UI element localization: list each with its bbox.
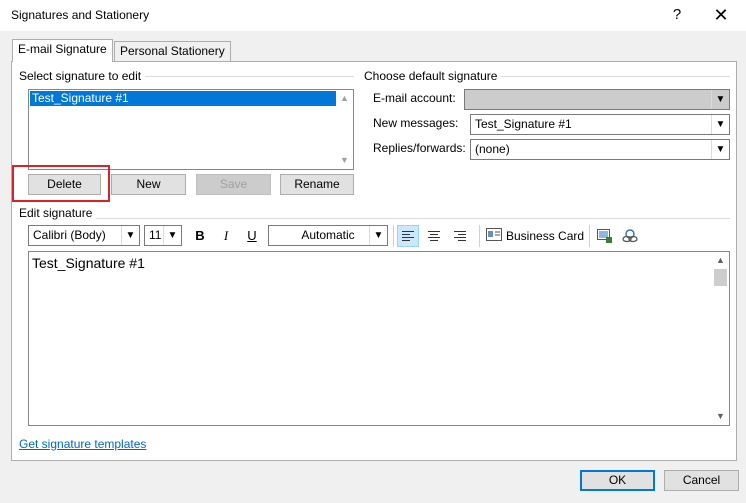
email-account-select[interactable]: ▼: [464, 89, 730, 110]
new-messages-value: Test_Signature #1: [475, 117, 572, 131]
font-size-select[interactable]: 11 ▼: [144, 225, 182, 246]
italic-button[interactable]: I: [215, 225, 237, 247]
font-value: Calibri (Body): [33, 228, 106, 242]
tab-personal-stationery[interactable]: Personal Stationery: [114, 41, 231, 62]
align-right-icon[interactable]: [449, 225, 471, 247]
chevron-down-icon[interactable]: ▼: [163, 226, 181, 245]
toolbar-separator: [393, 225, 394, 247]
signature-editor-text[interactable]: Test_Signature #1: [32, 255, 145, 271]
align-center-icon[interactable]: [423, 225, 445, 247]
chevron-down-icon[interactable]: ▼: [711, 140, 729, 159]
font-select[interactable]: Calibri (Body) ▼: [28, 225, 140, 246]
email-account-label: E-mail account:: [373, 91, 456, 105]
toolbar-separator: [479, 225, 480, 247]
cancel-button[interactable]: Cancel: [664, 470, 739, 491]
bold-button[interactable]: B: [189, 225, 211, 247]
save-button[interactable]: Save: [196, 174, 271, 195]
business-card-button[interactable]: Business Card: [486, 225, 584, 247]
scroll-down-icon[interactable]: ▼: [336, 152, 353, 169]
new-button[interactable]: New: [111, 174, 186, 195]
new-messages-label: New messages:: [373, 116, 459, 130]
insert-picture-icon[interactable]: [594, 225, 616, 247]
scroll-up-icon[interactable]: ▲: [336, 90, 353, 107]
align-left-icon[interactable]: [397, 225, 419, 247]
tab-email-signature[interactable]: E-mail Signature: [12, 39, 113, 62]
replies-select[interactable]: (none) ▼: [470, 139, 730, 160]
scroll-thumb[interactable]: [714, 269, 727, 286]
font-size-value: 11: [149, 228, 162, 242]
signature-editor[interactable]: Test_Signature #1 ▲ ▼: [28, 251, 730, 426]
editor-scrollbar[interactable]: ▲ ▼: [712, 252, 729, 425]
replies-label: Replies/forwards:: [373, 141, 466, 155]
underline-button[interactable]: U: [241, 225, 263, 247]
scroll-down-icon[interactable]: ▼: [712, 408, 729, 425]
chevron-down-icon[interactable]: ▼: [369, 226, 387, 245]
help-icon[interactable]: ?: [664, 4, 690, 26]
listbox-scrollbar[interactable]: ▲ ▼: [336, 90, 353, 169]
business-card-icon: [486, 226, 502, 248]
group-divider: [20, 218, 730, 219]
signature-listbox[interactable]: Test_Signature #1 ▲ ▼: [28, 89, 354, 170]
chevron-down-icon[interactable]: ▼: [711, 115, 729, 134]
hyperlink-icon[interactable]: [619, 225, 641, 247]
delete-button[interactable]: Delete: [28, 174, 101, 195]
edit-signature-label: Edit signature: [19, 206, 97, 220]
default-signature-label: Choose default signature: [364, 69, 502, 83]
chevron-down-icon[interactable]: ▼: [121, 226, 139, 245]
font-color-select[interactable]: Automatic ▼: [268, 225, 388, 246]
new-messages-select[interactable]: Test_Signature #1 ▼: [470, 114, 730, 135]
toolbar-separator: [589, 225, 590, 247]
chevron-down-icon[interactable]: ▼: [711, 90, 729, 109]
close-icon[interactable]: ✕: [706, 4, 736, 26]
get-templates-link[interactable]: Get signature templates: [19, 437, 146, 451]
ok-button[interactable]: OK: [580, 470, 655, 491]
font-color-value: Automatic: [301, 228, 355, 242]
replies-value: (none): [475, 142, 510, 156]
list-item[interactable]: Test_Signature #1: [30, 91, 336, 106]
select-signature-label: Select signature to edit: [19, 69, 146, 83]
scroll-up-icon[interactable]: ▲: [712, 252, 729, 269]
rename-button[interactable]: Rename: [280, 174, 354, 195]
business-card-label: Business Card: [506, 229, 585, 243]
window-title: Signatures and Stationery: [11, 8, 150, 22]
